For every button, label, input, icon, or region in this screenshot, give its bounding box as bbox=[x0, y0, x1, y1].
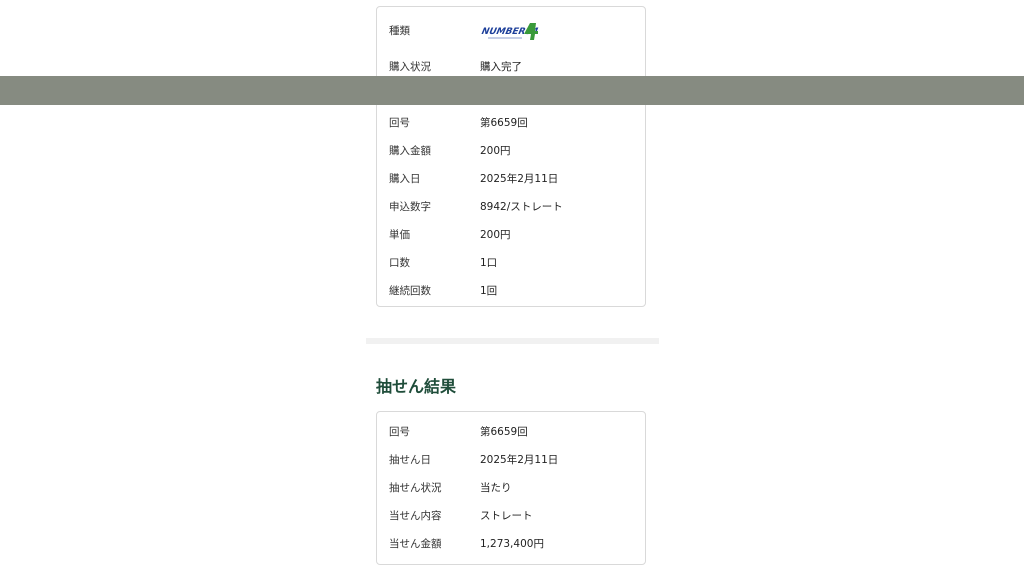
logo-digit-shape bbox=[524, 23, 538, 40]
overlay-bar bbox=[0, 76, 1024, 105]
purchase-value-unit-price: 200円 bbox=[480, 229, 511, 241]
purchase-value-draw-number: 第6659回 bbox=[480, 117, 528, 129]
result-label-amount: 当せん金額 bbox=[389, 538, 442, 550]
purchase-row-date: 購入日 2025年2月11日 bbox=[377, 169, 645, 189]
result-label-content: 当せん内容 bbox=[389, 510, 442, 522]
result-label-draw-date: 抽せん日 bbox=[389, 454, 431, 466]
purchase-label-date: 購入日 bbox=[389, 173, 421, 185]
purchase-row-status: 購入状況 購入完了 bbox=[377, 57, 645, 77]
result-value-draw-date: 2025年2月11日 bbox=[480, 454, 559, 466]
result-row-amount: 当せん金額 1,273,400円 bbox=[377, 534, 645, 554]
purchase-label-type: 種類 bbox=[389, 25, 410, 37]
lottery-result-card: 回号 第6659回 抽せん日 2025年2月11日 抽せん状況 当たり 当せん内… bbox=[376, 411, 646, 565]
result-value-draw-number: 第6659回 bbox=[480, 426, 528, 438]
purchase-value-date: 2025年2月11日 bbox=[480, 173, 559, 185]
result-row-draw-date: 抽せん日 2025年2月11日 bbox=[377, 450, 645, 470]
purchase-value-status: 購入完了 bbox=[480, 61, 522, 73]
purchase-value-amount: 200円 bbox=[480, 145, 511, 157]
purchase-row-continuation: 継続回数 1回 bbox=[377, 281, 645, 301]
result-value-status: 当たり bbox=[480, 482, 512, 494]
result-value-amount: 1,273,400円 bbox=[480, 538, 544, 550]
purchase-label-unit-price: 単価 bbox=[389, 229, 410, 241]
purchase-value-units: 1口 bbox=[480, 257, 498, 269]
lottery-result-title: 抽せん結果 bbox=[376, 377, 457, 396]
purchase-value-continuation: 1回 bbox=[480, 285, 498, 297]
purchase-label-continuation: 継続回数 bbox=[389, 285, 431, 297]
result-row-status: 抽せん状況 当たり bbox=[377, 478, 645, 498]
purchase-row-unit-price: 単価 200円 bbox=[377, 225, 645, 245]
purchase-label-amount: 購入金額 bbox=[389, 145, 431, 157]
numbers4-logo: NUMBERS4 bbox=[481, 23, 539, 40]
result-value-content: ストレート bbox=[480, 510, 533, 522]
result-label-status: 抽せん状況 bbox=[389, 482, 442, 494]
section-divider bbox=[366, 338, 659, 344]
purchase-row-numbers: 申込数字 8942/ストレート bbox=[377, 197, 645, 217]
result-row-content: 当せん内容 ストレート bbox=[377, 506, 645, 526]
result-row-draw-number: 回号 第6659回 bbox=[377, 422, 645, 442]
purchase-value-numbers: 8942/ストレート bbox=[480, 201, 563, 213]
purchase-label-draw-number: 回号 bbox=[389, 117, 410, 129]
purchase-label-units: 口数 bbox=[389, 257, 410, 269]
page: 種類 NUMBERS4 購入状況 購入完了 回号 第6659回 購入金額 200… bbox=[0, 0, 1024, 576]
purchase-row-units: 口数 1口 bbox=[377, 253, 645, 273]
purchase-label-status: 購入状況 bbox=[389, 61, 431, 73]
purchase-row-draw-number: 回号 第6659回 bbox=[377, 113, 645, 133]
purchase-row-amount: 購入金額 200円 bbox=[377, 141, 645, 161]
purchase-details-card: 種類 NUMBERS4 購入状況 購入完了 回号 第6659回 購入金額 200… bbox=[376, 6, 646, 307]
purchase-label-numbers: 申込数字 bbox=[389, 201, 431, 213]
result-label-draw-number: 回号 bbox=[389, 426, 410, 438]
